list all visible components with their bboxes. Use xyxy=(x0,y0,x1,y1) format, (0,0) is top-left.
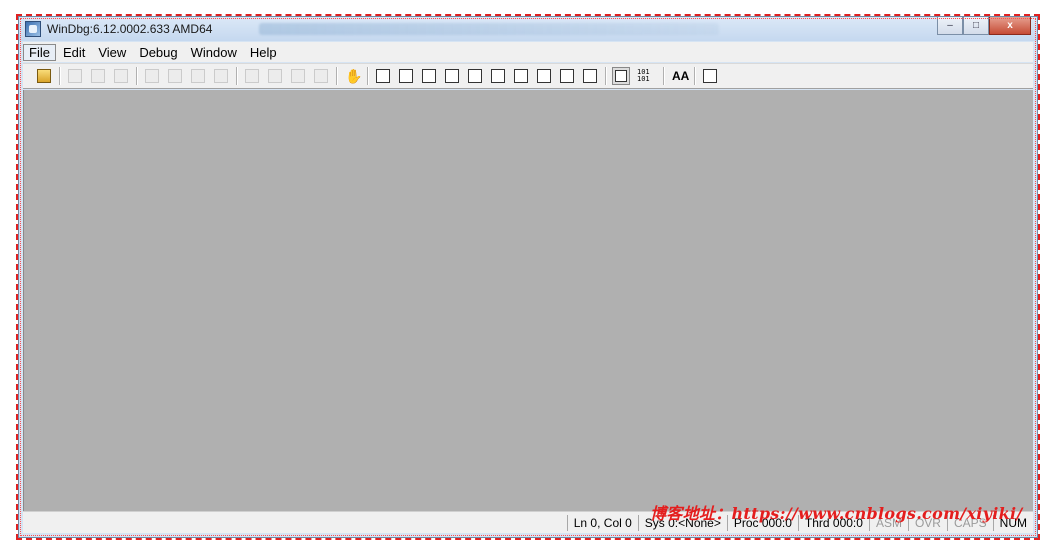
watch-window-icon xyxy=(399,69,413,83)
title-bar[interactable]: WinDbg:6.12.0002.633 AMD64 – □ x xyxy=(19,17,1037,41)
call-stack-window-icon xyxy=(491,69,505,83)
hex-mode-button[interactable]: 101 101 xyxy=(635,67,657,85)
step-over-button[interactable] xyxy=(266,67,284,85)
windbg-window: WinDbg:6.12.0002.633 AMD64 – □ x File Ed… xyxy=(18,16,1038,538)
toolbar-separator xyxy=(136,67,138,85)
memory-window-button[interactable] xyxy=(466,67,484,85)
folder-icon xyxy=(37,69,51,83)
command-browser-button[interactable] xyxy=(581,67,599,85)
minimize-button[interactable]: – xyxy=(937,17,963,35)
step-out-icon xyxy=(291,69,305,83)
break-button[interactable] xyxy=(212,67,230,85)
command-window-icon xyxy=(376,69,390,83)
menu-help[interactable]: Help xyxy=(244,44,283,61)
status-line-col: Ln 0, Col 0 xyxy=(566,514,638,531)
toolbar: ✋ 101 101 AA xyxy=(23,63,1033,89)
toolbar-separator xyxy=(694,67,696,85)
step-over-icon xyxy=(268,69,282,83)
step-into-button[interactable] xyxy=(243,67,261,85)
open-source-file-button[interactable] xyxy=(35,67,53,85)
command-window-button[interactable] xyxy=(374,67,392,85)
stop-debugging-button[interactable] xyxy=(189,67,207,85)
workspace-area[interactable] xyxy=(23,90,1033,511)
processes-threads-button[interactable] xyxy=(558,67,576,85)
paste-icon xyxy=(114,69,128,83)
window-title: WinDbg:6.12.0002.633 AMD64 xyxy=(47,22,213,36)
windbg-app-icon[interactable] xyxy=(25,21,41,37)
cut-button[interactable] xyxy=(66,67,84,85)
watch-window-button[interactable] xyxy=(397,67,415,85)
menu-file[interactable]: File xyxy=(23,43,56,61)
step-out-button[interactable] xyxy=(289,67,307,85)
options-icon xyxy=(703,69,717,83)
scratch-pad-button[interactable] xyxy=(535,67,553,85)
blurred-title-region xyxy=(259,23,719,35)
locals-window-icon xyxy=(422,69,436,83)
toolbar-separator xyxy=(236,67,238,85)
registers-window-button[interactable] xyxy=(443,67,461,85)
memory-window-icon xyxy=(468,69,482,83)
command-browser-icon xyxy=(583,69,597,83)
break-icon xyxy=(214,69,228,83)
go-icon xyxy=(145,69,159,83)
paste-button[interactable] xyxy=(112,67,130,85)
menu-edit[interactable]: Edit xyxy=(57,44,91,61)
toolbar-separator xyxy=(367,67,369,85)
font-icon: AA xyxy=(672,69,690,83)
toolbar-separator xyxy=(663,67,665,85)
source-mode-icon xyxy=(615,70,627,82)
maximize-button[interactable]: □ xyxy=(963,17,989,35)
locals-window-button[interactable] xyxy=(420,67,438,85)
binary-icon: 101 101 xyxy=(637,68,650,83)
font-button[interactable]: AA xyxy=(670,67,690,85)
registers-window-icon xyxy=(445,69,459,83)
disassembly-window-button[interactable] xyxy=(512,67,530,85)
disassembly-window-icon xyxy=(514,69,528,83)
processes-threads-icon xyxy=(560,69,574,83)
restart-icon xyxy=(168,69,182,83)
copy-icon xyxy=(91,69,105,83)
run-to-cursor-icon xyxy=(314,69,328,83)
blog-watermark: 博客地址：https://www.cnblogs.com/xiyiki/ xyxy=(650,504,1023,523)
toolbar-separator xyxy=(336,67,338,85)
step-into-icon xyxy=(245,69,259,83)
scratch-pad-icon xyxy=(537,69,551,83)
copy-button[interactable] xyxy=(89,67,107,85)
caption-buttons: – □ x xyxy=(937,17,1031,35)
call-stack-window-button[interactable] xyxy=(489,67,507,85)
hand-icon: ✋ xyxy=(345,68,363,84)
restart-button[interactable] xyxy=(166,67,184,85)
options-button[interactable] xyxy=(701,67,719,85)
insert-breakpoint-button[interactable]: ✋ xyxy=(343,67,363,85)
menu-debug[interactable]: Debug xyxy=(133,44,183,61)
menu-bar: File Edit View Debug Window Help xyxy=(23,42,1033,62)
stop-icon xyxy=(191,69,205,83)
run-to-cursor-button[interactable] xyxy=(312,67,330,85)
go-button[interactable] xyxy=(143,67,161,85)
toolbar-separator xyxy=(605,67,607,85)
close-button[interactable]: x xyxy=(989,17,1031,35)
scissors-icon xyxy=(68,69,82,83)
toolbar-separator xyxy=(59,67,61,85)
source-mode-button[interactable] xyxy=(612,67,630,85)
menu-window[interactable]: Window xyxy=(185,44,243,61)
menu-view[interactable]: View xyxy=(92,44,132,61)
